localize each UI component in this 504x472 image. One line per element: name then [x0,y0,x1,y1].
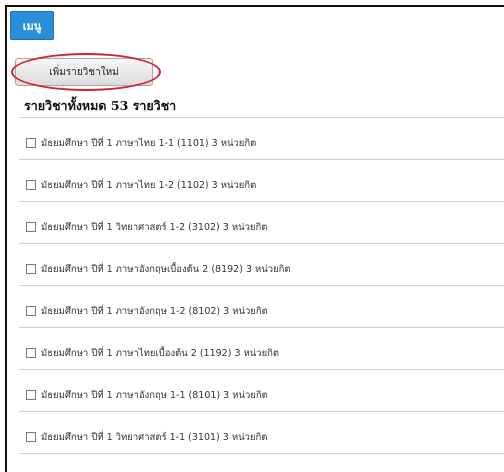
course-label: มัธยมศึกษา ปีที่ 1 วิทยาศาสตร์ 1-2 (3102… [41,222,268,233]
list-item[interactable]: มัธยมศึกษา ปีที่ 1 ภาษาอังกฤษ 1-2 (8102)… [19,286,504,328]
course-checkbox[interactable] [26,348,36,358]
course-checkbox[interactable] [26,180,36,190]
course-label: มัธยมศึกษา ปีที่ 1 ภาษาไทยเบื้องต้น 2 (1… [41,348,280,359]
top-bar: เมนู [7,7,504,47]
list-item[interactable]: มัธยมศึกษา ปีที่ 1 วิทยาศาสตร์ 1-1 (3101… [19,412,504,454]
course-label: มัธยมศึกษา ปีที่ 1 ภาษาอังกฤษเบื้องต้น 2… [41,264,291,275]
course-label: มัธยมศึกษา ปีที่ 1 ภาษาอังกฤษ 1-1 (8101)… [41,390,268,401]
course-label: มัธยมศึกษา ปีที่ 1 ภาษาไทย 1-1 (1101) 3 … [41,138,257,149]
course-checkbox[interactable] [26,432,36,442]
course-count-heading: รายวิชาทั้งหมด 53 รายวิชา [24,98,177,113]
course-checkbox[interactable] [26,264,36,274]
course-checkbox[interactable] [26,390,36,400]
add-course-button[interactable]: เพิ่มรายวิชาใหม่ [15,58,153,86]
course-checkbox[interactable] [26,138,36,148]
course-checkbox[interactable] [26,306,36,316]
app-frame: เมนู เพิ่มรายวิชาใหม่ รายวิชาทั้งหมด 53 … [5,5,504,472]
list-item[interactable]: มัธยมศึกษา ปีที่ 1 ภาษาไทยเบื้องต้น 2 (1… [19,328,504,370]
list-item[interactable]: มัธยมศึกษา ปีที่ 1 ภาษาอังกฤษ 1-1 (8101)… [19,370,504,412]
menu-button[interactable]: เมนู [10,11,54,40]
course-list: มัธยมศึกษา ปีที่ 1 ภาษาไทย 1-1 (1101) 3 … [7,118,504,454]
list-item[interactable]: มัธยมศึกษา ปีที่ 1 ภาษาอังกฤษเบื้องต้น 2… [19,244,504,286]
list-item[interactable]: มัธยมศึกษา ปีที่ 1 ภาษาไทย 1-2 (1102) 3 … [19,160,504,202]
list-item[interactable]: มัธยมศึกษา ปีที่ 1 ภาษาไทย 1-1 (1101) 3 … [19,118,504,160]
course-label: มัธยมศึกษา ปีที่ 1 ภาษาไทย 1-2 (1102) 3 … [41,180,257,191]
course-label: มัธยมศึกษา ปีที่ 1 ภาษาอังกฤษ 1-2 (8102)… [41,306,268,317]
course-label: มัธยมศึกษา ปีที่ 1 วิทยาศาสตร์ 1-1 (3101… [41,432,268,443]
course-checkbox[interactable] [26,222,36,232]
list-item[interactable]: มัธยมศึกษา ปีที่ 1 วิทยาศาสตร์ 1-2 (3102… [19,202,504,244]
